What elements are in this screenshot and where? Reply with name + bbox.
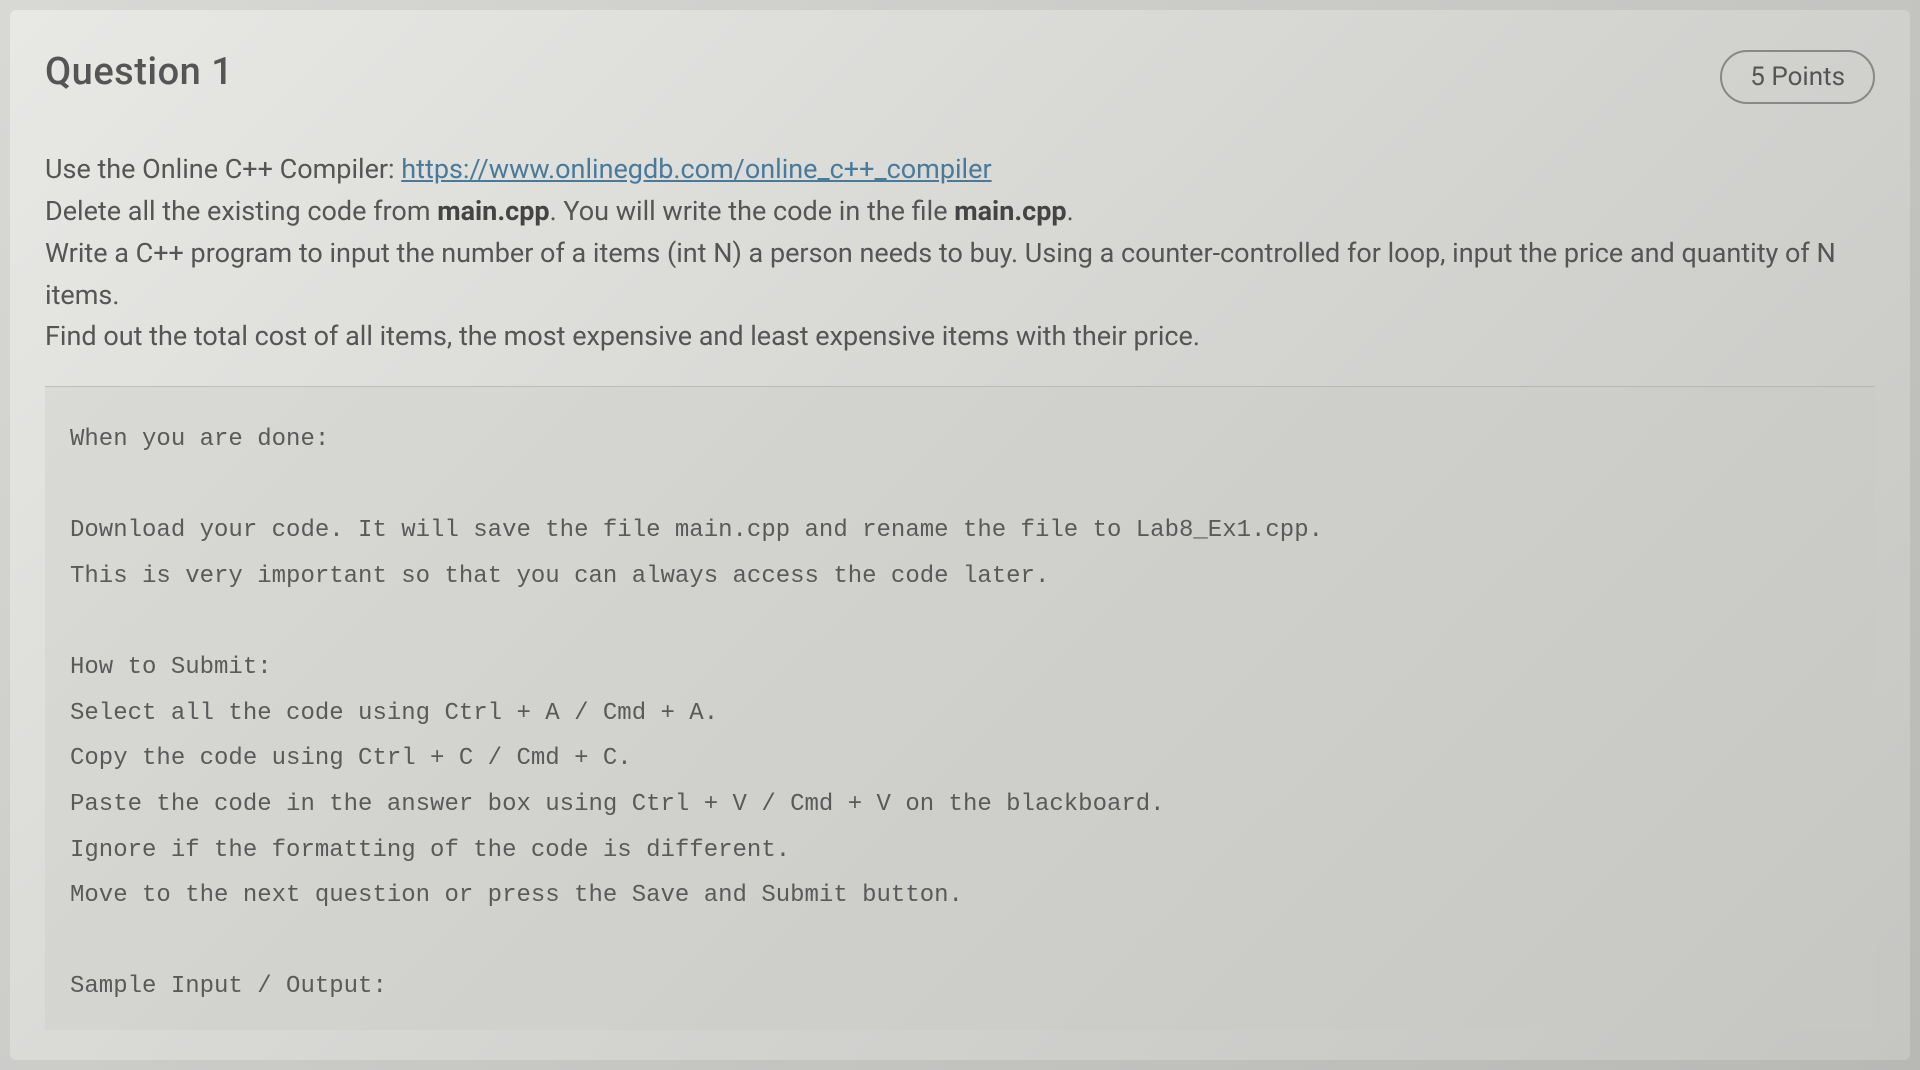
instruction-line-1: Use the Online C++ Compiler: https://www… [45, 149, 1875, 191]
text-prefix: Use the Online C++ Compiler: [45, 153, 401, 185]
code-instructions-block: When you are done: Download your code. I… [45, 386, 1875, 1030]
question-card: Question 1 5 Points Use the Online C++ C… [10, 10, 1910, 1060]
text-suffix: . [1067, 195, 1074, 227]
text-prefix: Delete all the existing code from [45, 195, 437, 227]
filename-bold: main.cpp [437, 195, 549, 227]
instruction-line-2: Delete all the existing code from main.c… [45, 191, 1875, 233]
points-badge: 5 Points [1720, 50, 1875, 104]
question-header: Question 1 5 Points [45, 50, 1875, 104]
instruction-line-3: Write a C++ program to input the number … [45, 233, 1875, 317]
filename-bold: main.cpp [954, 195, 1066, 227]
compiler-link[interactable]: https://www.onlinegdb.com/online_c++_com… [401, 153, 991, 185]
question-body: Use the Online C++ Compiler: https://www… [45, 149, 1875, 1030]
instruction-line-4: Find out the total cost of all items, th… [45, 316, 1875, 358]
text-mid: . You will write the code in the file [550, 195, 955, 227]
question-title: Question 1 [45, 50, 233, 94]
